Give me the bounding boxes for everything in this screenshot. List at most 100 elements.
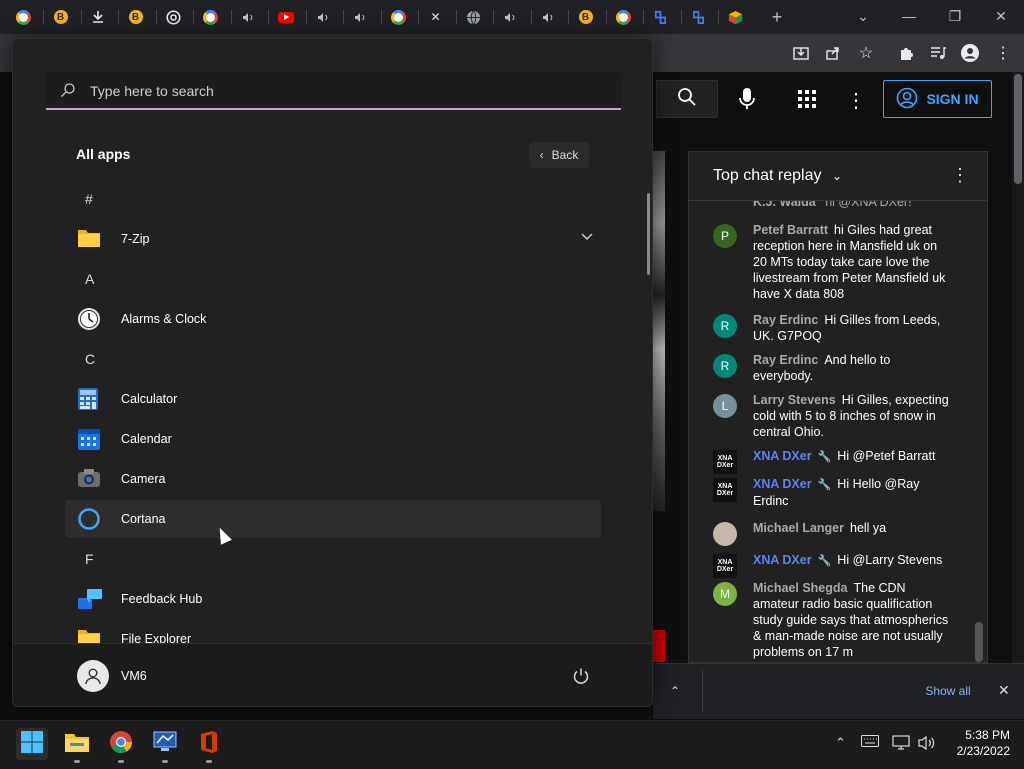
chat-mode-dropdown[interactable]: Top chat replay ⌄: [713, 167, 842, 185]
section-letter-header[interactable]: C: [85, 351, 95, 367]
close-window-button[interactable]: ✕: [981, 4, 1021, 28]
browser-tab[interactable]: [348, 6, 374, 28]
windows-start-button[interactable]: [16, 728, 48, 760]
sign-in-button[interactable]: SIGN IN: [883, 80, 992, 118]
page-scrollbar-thumb[interactable]: [1014, 74, 1022, 184]
browser-tab[interactable]: [273, 6, 299, 28]
chat-author[interactable]: XNA DXer: [753, 449, 812, 463]
chat-author[interactable]: Ray Erdinc: [753, 353, 818, 367]
chevron-up-icon[interactable]: ⌃: [670, 684, 680, 698]
new-tab-button[interactable]: +: [765, 6, 789, 28]
app-item-folder[interactable]: 7-Zip: [65, 220, 601, 258]
browser-tab[interactable]: B: [573, 6, 599, 28]
chevron-down-icon[interactable]: [581, 230, 593, 244]
avatar[interactable]: R: [713, 314, 737, 338]
browser-tab[interactable]: [160, 6, 186, 28]
restore-button[interactable]: ❐: [935, 4, 975, 28]
browser-tab[interactable]: [685, 6, 711, 28]
apps-list-scrollbar[interactable]: [647, 193, 650, 275]
section-letter-header[interactable]: F: [85, 551, 94, 567]
chat-author[interactable]: Larry Stevens: [753, 393, 836, 407]
power-icon[interactable]: [569, 664, 593, 688]
user-avatar[interactable]: [77, 660, 109, 692]
browser-tab[interactable]: [498, 6, 524, 28]
browser-tab[interactable]: [648, 6, 674, 28]
profile-icon[interactable]: [960, 44, 980, 62]
youtube-settings-menu-icon[interactable]: ⋮: [846, 88, 866, 112]
app-item-cortana[interactable]: Cortana: [65, 500, 601, 538]
speaker-icon: [354, 12, 367, 23]
taskbar-clock[interactable]: 5:38 PM 2/23/2022: [946, 727, 1010, 759]
chat-scrollbar[interactable]: [975, 622, 983, 662]
speaker-icon: [317, 12, 330, 23]
browser-tab[interactable]: [385, 6, 411, 28]
chat-more-options-icon[interactable]: ⋮: [951, 165, 969, 186]
extensions-icon[interactable]: [896, 44, 916, 62]
app-item-calendar[interactable]: Calendar: [65, 420, 601, 458]
taskbar-office[interactable]: [193, 728, 225, 760]
browser-tab[interactable]: [235, 6, 261, 28]
browser-tab[interactable]: [723, 6, 749, 28]
bookmark-star-icon[interactable]: ☆: [856, 44, 876, 62]
avatar[interactable]: XNA DXer: [713, 450, 737, 474]
user-name[interactable]: VM6: [121, 669, 147, 683]
google-icon: [390, 9, 406, 25]
keyboard-icon[interactable]: [861, 735, 879, 750]
taskbar-chrome[interactable]: [105, 728, 137, 760]
minimize-button[interactable]: —: [889, 4, 929, 28]
volume-icon[interactable]: [918, 735, 936, 754]
browser-tab[interactable]: ✕: [423, 6, 449, 28]
browser-tab[interactable]: [535, 6, 561, 28]
back-button[interactable]: ‹ Back: [529, 142, 589, 168]
avatar[interactable]: R: [713, 354, 737, 378]
browser-tab[interactable]: [85, 6, 111, 28]
show-all-downloads-button[interactable]: Show all: [912, 682, 984, 700]
section-letter-header[interactable]: A: [85, 271, 94, 287]
browser-tab[interactable]: [198, 6, 224, 28]
tab-separator: [230, 10, 232, 24]
browser-tab[interactable]: [310, 6, 336, 28]
app-item-camera[interactable]: Camera: [65, 460, 601, 498]
tab-separator: [455, 10, 457, 24]
video-player[interactable]: [653, 151, 665, 511]
browser-tab[interactable]: [10, 6, 36, 28]
install-app-icon[interactable]: [791, 44, 811, 62]
avatar[interactable]: XNA DXer: [713, 554, 737, 578]
taskbar-file-explorer[interactable]: [61, 728, 93, 760]
chat-author[interactable]: Petef Barratt: [753, 223, 828, 237]
network-icon[interactable]: [892, 735, 910, 754]
browser-tab[interactable]: [610, 6, 636, 28]
avatar[interactable]: [713, 522, 737, 546]
taskbar-remote-desktop[interactable]: [149, 728, 181, 760]
avatar[interactable]: XNA DXer: [713, 478, 737, 502]
app-item-calculator[interactable]: Calculator: [65, 380, 601, 418]
section-letter-header[interactable]: #: [85, 191, 93, 207]
chat-author[interactable]: Michael Langer: [753, 521, 844, 535]
media-controls-icon[interactable]: [928, 44, 948, 62]
chat-author[interactable]: XNA DXer: [753, 477, 812, 491]
folder-icon: [77, 627, 101, 643]
browser-tab[interactable]: B: [123, 6, 149, 28]
share-icon[interactable]: [823, 44, 843, 62]
avatar[interactable]: L: [713, 394, 737, 418]
browser-tab[interactable]: [460, 6, 486, 28]
browser-tab[interactable]: B: [48, 6, 74, 28]
tab-search-button[interactable]: ⌄: [843, 4, 883, 28]
app-item-folder[interactable]: File Explorer: [65, 620, 601, 643]
start-search-box[interactable]: [46, 72, 621, 110]
chat-author[interactable]: XNA DXer: [753, 553, 812, 567]
apps-grid-icon[interactable]: [797, 89, 817, 109]
start-search-input[interactable]: [88, 80, 592, 102]
chat-author[interactable]: Michael Shegda: [753, 581, 847, 595]
avatar[interactable]: P: [713, 224, 737, 248]
app-item-feedback-hub[interactable]: Feedback Hub: [65, 580, 601, 618]
app-item-clock[interactable]: Alarms & Clock: [65, 300, 601, 338]
app-label: Feedback Hub: [121, 592, 203, 606]
show-hidden-icons-chevron-up-icon[interactable]: ⌃: [835, 735, 846, 751]
chat-author[interactable]: Ray Erdinc: [753, 313, 818, 327]
microphone-icon[interactable]: [737, 86, 757, 112]
youtube-search-button[interactable]: [656, 80, 718, 118]
browser-menu-icon[interactable]: ⋮: [993, 44, 1013, 62]
avatar[interactable]: M: [713, 582, 737, 606]
close-shelf-icon[interactable]: ✕: [998, 682, 1010, 699]
